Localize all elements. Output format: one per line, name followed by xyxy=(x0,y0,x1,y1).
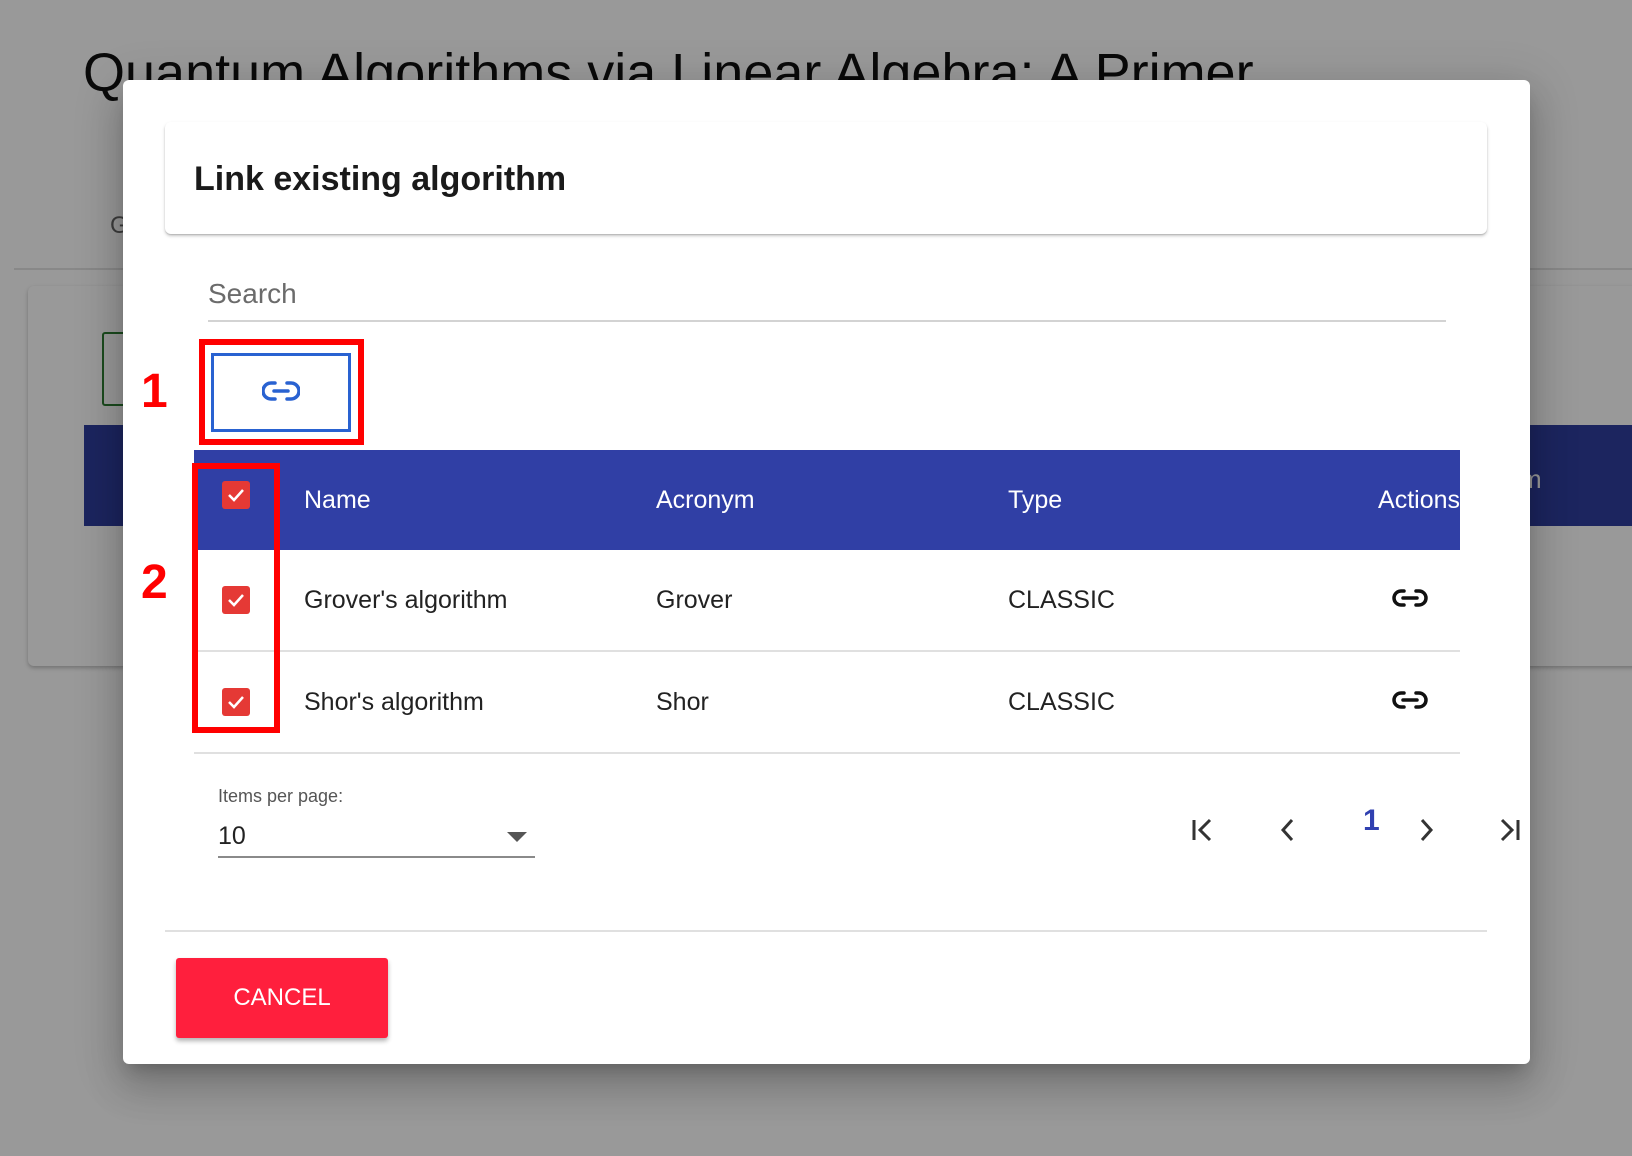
paginator: Items per page: 10 1 xyxy=(218,780,1520,870)
items-per-page-label: Items per page: xyxy=(218,786,344,806)
cell-acronym: Shor xyxy=(656,687,709,716)
search-field xyxy=(208,270,1446,322)
first-page-button[interactable] xyxy=(1182,808,1226,852)
column-header-type[interactable]: Type xyxy=(1008,486,1360,515)
cell-name: Grover's algorithm xyxy=(304,585,508,614)
column-header-acronym[interactable]: Acronym xyxy=(656,486,1008,515)
dialog-title: Link existing algorithm xyxy=(194,160,567,198)
items-per-page-select[interactable]: 10 xyxy=(218,816,535,858)
column-header-actions: Actions xyxy=(1378,485,1460,514)
annotation-number-1: 1 xyxy=(141,365,168,418)
annotation-box-2 xyxy=(192,463,280,733)
search-input[interactable] xyxy=(208,270,1446,318)
items-per-page-value: 10 xyxy=(218,822,246,850)
link-icon[interactable] xyxy=(1392,586,1428,615)
first-page-icon xyxy=(1192,818,1212,842)
chevron-right-icon xyxy=(1420,818,1434,842)
algorithms-table: Name Acronym Type Actions Grover's algor… xyxy=(194,450,1460,754)
table-row[interactable]: Grover's algorithm Grover CLASSIC xyxy=(194,550,1460,652)
cell-acronym: Grover xyxy=(656,585,733,614)
table-row[interactable]: Shor's algorithm Shor CLASSIC xyxy=(194,652,1460,754)
column-header-name[interactable]: Name xyxy=(304,486,656,515)
annotation-number-2: 2 xyxy=(141,556,168,609)
chevron-left-icon xyxy=(1280,818,1294,842)
last-page-icon xyxy=(1500,818,1520,842)
cell-type: CLASSIC xyxy=(1008,585,1115,614)
current-page-number[interactable]: 1 xyxy=(1363,804,1380,838)
annotation-box-1 xyxy=(199,339,364,445)
cell-type: CLASSIC xyxy=(1008,687,1115,716)
next-page-button[interactable] xyxy=(1405,808,1449,852)
previous-page-button[interactable] xyxy=(1265,808,1309,852)
link-icon[interactable] xyxy=(1392,688,1428,717)
cancel-button[interactable]: CANCEL xyxy=(176,958,388,1038)
last-page-button[interactable] xyxy=(1486,808,1530,852)
cell-name: Shor's algorithm xyxy=(304,687,484,716)
dialog-title-card: Link existing algorithm xyxy=(165,122,1487,234)
table-header-row: Name Acronym Type Actions xyxy=(194,450,1460,550)
footer-divider xyxy=(165,930,1487,932)
link-algorithm-dialog: Link existing algorithm Name Acronym Typ… xyxy=(123,80,1530,1064)
dropdown-arrow-icon xyxy=(507,832,527,842)
